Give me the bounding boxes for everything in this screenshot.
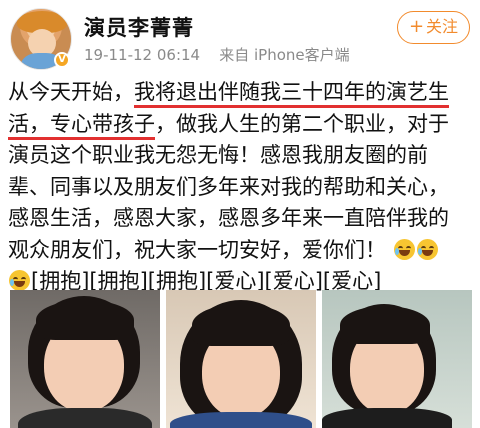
plus-icon: +	[408, 16, 425, 37]
post-text: 从今天开始，我将退出伴随我三十四年的演艺生 活，专心带孩子，做我人生的第二个职业…	[8, 77, 474, 298]
photo-grid	[10, 290, 472, 428]
post-photo[interactable]	[166, 290, 316, 428]
line-text: 演员这个职业我无怨无悔！感恩我朋友圈的前	[8, 143, 428, 167]
line-text: ，做我人生的第二个职业，对于	[155, 111, 449, 136]
underlined-text: 活，专心带孩子	[8, 111, 155, 140]
post-photo[interactable]	[322, 290, 472, 428]
source-prefix: 来自	[219, 46, 250, 64]
post-photo[interactable]	[10, 290, 160, 428]
post-line: 辈、同事以及朋友们多年来对我的帮助和关心，	[8, 172, 474, 204]
follow-label: 关注	[426, 17, 459, 36]
username[interactable]: 演员李菁菁	[84, 12, 194, 42]
post-line: 活，专心带孩子，做我人生的第二个职业，对于	[8, 109, 474, 141]
post-line: 感恩生活，感恩大家，感恩多年来一直陪伴我的	[8, 203, 474, 235]
line-text: 从今天开始，	[8, 80, 134, 104]
post-meta: 19-11-12 06:14 来自 iPhone客户端	[84, 44, 350, 65]
source: iPhone客户端	[254, 46, 350, 64]
laugh-cry-icon	[9, 270, 30, 291]
underlined-text: 我将退出伴随我三十四年的演艺生	[134, 80, 449, 108]
verified-badge-icon: V	[54, 52, 70, 68]
timestamp: 19-11-12 06:14	[84, 46, 201, 64]
laugh-cry-icon	[393, 238, 415, 260]
line-text: 感恩生活，感恩大家，感恩多年来一直陪伴我的	[8, 206, 449, 230]
follow-button[interactable]: + 关注	[397, 11, 470, 44]
post-line: 从今天开始，我将退出伴随我三十四年的演艺生	[8, 77, 474, 109]
line-text: 观众朋友们，祝大家一切安好，爱你们！	[8, 237, 386, 262]
post-line: 演员这个职业我无怨无悔！感恩我朋友圈的前	[8, 140, 474, 172]
post-line: 观众朋友们，祝大家一切安好，爱你们！	[8, 235, 474, 267]
line-text: 辈、同事以及朋友们多年来对我的帮助和关心，	[8, 174, 449, 199]
laugh-cry-icon	[416, 238, 438, 260]
